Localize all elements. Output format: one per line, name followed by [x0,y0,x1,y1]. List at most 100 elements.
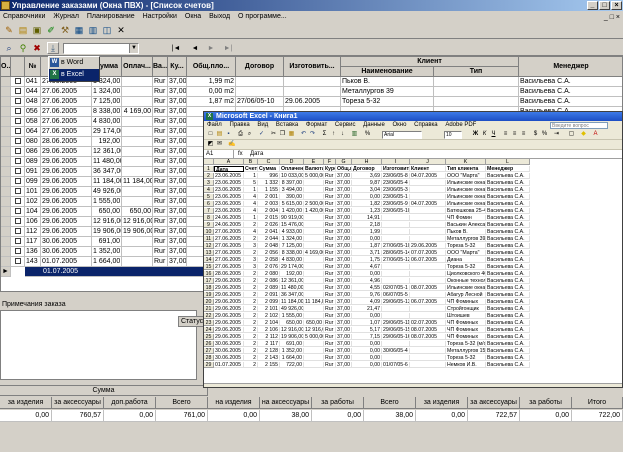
excel-cell[interactable]: 29.06.2005 [214,306,244,312]
row-number[interactable]: 22 [204,313,214,319]
excel-cell[interactable]: 2 117 [258,341,280,347]
split-horizontal-icon[interactable]: ▥ [87,24,99,36]
excel-cell[interactable]: 4 933,00 [280,229,304,235]
excel-cell[interactable]: 02.07.2005 [410,320,446,326]
row-checkbox[interactable] [14,228,21,235]
excel-cell[interactable] [304,194,324,200]
excel-header-cell[interactable]: Договор [352,166,382,172]
row-number[interactable]: 11 [204,236,214,242]
column-letter[interactable]: K [446,159,486,165]
excel-cell[interactable]: 0,00 [352,348,382,354]
comment-icon[interactable]: ✍ [228,141,235,148]
excel-cell[interactable]: 2 106 [258,327,280,333]
excel-cell[interactable]: 2 104 [258,320,280,326]
excel-cell[interactable]: Ильинские окна [446,194,486,200]
next-record-icon[interactable]: ► [205,42,217,54]
paste-icon[interactable]: ▦ [288,131,295,138]
excel-cell[interactable]: 3,04 [352,187,382,193]
excel-cell[interactable] [410,271,446,277]
excel-cell[interactable] [410,341,446,347]
export-icon[interactable]: ⤓ [47,42,59,54]
excel-cell[interactable]: 37,00 [336,215,352,221]
excel-cell[interactable]: 3,69 [352,173,382,179]
excel-cell[interactable]: 2 [244,278,258,284]
excel-cell[interactable]: 49 926,00 [280,306,304,312]
row-checkbox[interactable] [14,98,21,105]
excel-cell[interactable]: 8 397,00 [280,180,304,186]
excel-header-cell[interactable]: Валюта [304,166,324,172]
spell-check-icon[interactable]: ✓ [258,131,265,138]
bold-icon[interactable]: Ж [472,131,479,138]
excel-cell[interactable]: 15 476,00 [280,222,304,228]
excel-cell[interactable]: 2 056 [258,250,280,256]
excel-cell[interactable]: 37,00 [336,334,352,340]
excel-cell[interactable]: 37,00 [336,355,352,361]
excel-cell[interactable] [410,348,446,354]
excel-cell[interactable]: 2 [244,222,258,228]
excel-header-cell[interactable]: Клиент [410,166,446,172]
excel-cell[interactable]: 3 [244,264,258,270]
excel-cell[interactable]: 30.06.2005 [214,355,244,361]
currency-icon[interactable]: $ [532,131,539,138]
excel-cell[interactable] [382,215,410,221]
underline-icon[interactable]: Ч [490,131,497,138]
excel-cell[interactable]: 0,00 [352,355,382,361]
excel-cell[interactable]: 27.06.2005 [214,236,244,242]
excel-cell[interactable] [382,306,410,312]
excel-cell[interactable]: 37,00 [336,236,352,242]
excel-cell[interactable]: 2 001 [258,194,280,200]
excel-cell[interactable]: 19 906,00 [280,334,304,340]
excel-cell[interactable]: 5,17 [352,327,382,333]
row-indicator[interactable] [1,127,11,137]
excel-cell[interactable]: ООО "Марта" [446,173,486,179]
excel-cell[interactable]: 21,47 [352,306,382,312]
excel-cell[interactable]: 37,00 [336,313,352,319]
row-indicator[interactable] [1,97,11,107]
excel-cell[interactable]: 2 076 [258,264,280,270]
row-checkbox[interactable] [14,138,21,145]
excel-cell[interactable]: 08.07.2005 [410,285,446,291]
row-indicator[interactable] [1,247,11,257]
italic-icon[interactable]: К [481,131,488,138]
excel-help-input[interactable]: Введите вопрос [550,122,608,129]
align-center-icon[interactable]: ≡ [511,131,518,138]
excel-cell[interactable]: 37,00 [336,271,352,277]
excel-cell[interactable]: 27.06.2005 [214,243,244,249]
excel-cell[interactable]: Васькин Александр [446,222,486,228]
excel-cell[interactable]: 29/06/05-15 [382,327,410,333]
search-icon[interactable]: ⌕ [3,42,15,54]
excel-cell[interactable]: 37,00 [336,327,352,333]
excel-cell[interactable] [304,348,324,354]
row-number[interactable]: 25 [204,334,214,340]
excel-cell[interactable] [304,362,324,368]
pdf-convert-icon[interactable]: ◩ [207,141,214,148]
row-number[interactable]: 18 [204,285,214,291]
excel-cell[interactable]: 4 [244,208,258,214]
row-number[interactable]: 24 [204,327,214,333]
new-file-icon[interactable]: □ [207,131,214,138]
excel-cell[interactable]: 4 [244,194,258,200]
excel-header-cell[interactable]: Курс [324,166,336,172]
excel-cell[interactable]: 29/06/05-16 [382,334,410,340]
column-letter[interactable]: D [280,159,304,165]
excel-cell[interactable]: 1 324,00 [280,236,304,242]
excel-header-cell[interactable]: Счет [244,166,258,172]
excel-cell[interactable]: 37,00 [336,264,352,270]
excel-cell[interactable]: 27.06.2005 [214,257,244,263]
menu-journal[interactable]: Журнал [50,11,82,22]
row-indicator[interactable] [1,117,11,127]
excel-cell[interactable]: Васильева С.А. [486,180,530,186]
excel-cell[interactable] [304,222,324,228]
excel-cell[interactable]: 2 [244,362,258,368]
zoom-icon[interactable]: % [364,131,371,138]
font-color-icon[interactable]: A [592,131,599,138]
excel-cell[interactable]: Абагур Лесной [446,292,486,298]
delete-icon[interactable]: ✖ [31,42,43,54]
excel-cell[interactable]: Rur [324,215,336,221]
excel-header-cell[interactable]: Менеджер [486,166,530,172]
excel-cell[interactable]: Пьков В. [446,229,486,235]
row-number[interactable]: 15 [204,264,214,270]
excel-menu-edit[interactable]: Правка [226,121,252,130]
excel-cell[interactable] [304,306,324,312]
excel-cell[interactable] [304,292,324,298]
